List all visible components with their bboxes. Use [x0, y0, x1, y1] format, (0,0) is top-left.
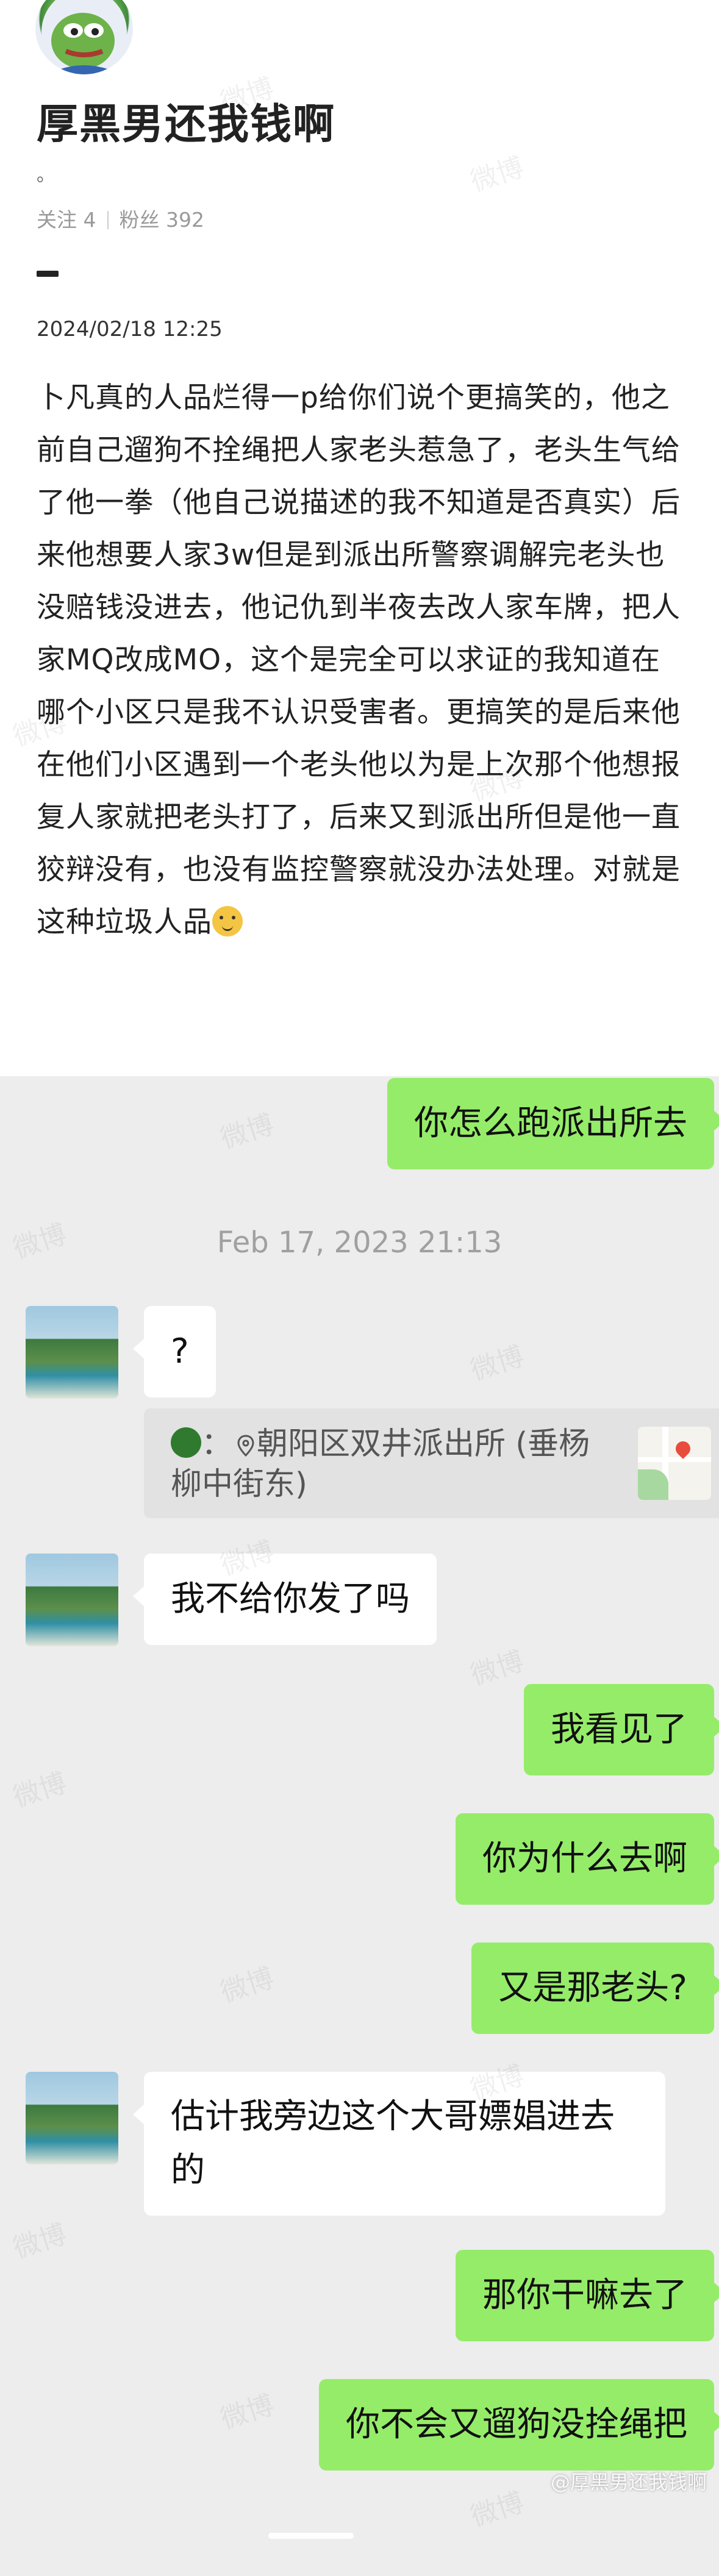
doge-emoji-icon: [212, 906, 243, 937]
contact-avatar[interactable]: [26, 1306, 118, 1399]
post-body-text: 卜凡真的人品烂得一p给你们说个更搞笑的，他之前自己遛狗不拴绳把人家老头惹急了，老…: [37, 381, 681, 939]
chat-message-received[interactable]: 我不给你发了吗: [133, 1554, 437, 1645]
broccoli-icon: [171, 1427, 201, 1458]
chat-message-sent[interactable]: 你不会又遛狗没拴绳把: [319, 2379, 719, 2471]
chat-message-sent[interactable]: 你怎么跑派出所去: [387, 1078, 719, 1169]
map-road: [638, 1457, 711, 1462]
map-pin-icon: [673, 1438, 693, 1459]
contact-avatar[interactable]: [26, 1554, 118, 1646]
chat-message-received[interactable]: ?: [133, 1306, 216, 1397]
chat-message-sent[interactable]: 又是那老头?: [471, 1943, 719, 2034]
chat-timestamp: Feb 17, 2023 21:13: [216, 1226, 503, 1260]
post-title: 厚黑男还我钱啊: [37, 101, 336, 149]
author-avatar[interactable]: [35, 0, 133, 74]
quote-prefix: ：: [201, 1426, 233, 1462]
watermark: 微博: [467, 151, 528, 198]
weibo-post: 厚黑男还我钱啊 。 关注 4 粉丝 392 2024/02/18 12:25 卜凡…: [0, 0, 719, 1076]
quoted-location-reply[interactable]: ：朝阳区双井派出所 (垂杨柳中街东): [144, 1408, 719, 1518]
follower-count[interactable]: 粉丝 392: [120, 208, 204, 232]
quote-text: ：朝阳区双井派出所 (垂杨柳中街东): [171, 1424, 610, 1505]
home-indicator: [268, 2533, 354, 2539]
chat-message-sent[interactable]: 我看见了: [524, 1684, 719, 1775]
section-divider: [37, 271, 59, 277]
location-pin-icon: [237, 1435, 254, 1457]
contact-avatar[interactable]: [26, 2072, 118, 2164]
post-date: 2024/02/18 12:25: [37, 317, 223, 341]
following-count[interactable]: 关注 4: [37, 208, 96, 232]
post-body: 卜凡真的人品烂得一p给你们说个更搞笑的，他之前自己遛狗不拴绳把人家老头惹急了，老…: [37, 372, 683, 949]
post-subtitle: 。: [37, 165, 55, 186]
weibo-watermark-badge: @厚黑男还我钱啊: [550, 2471, 707, 2494]
chat-message-received[interactable]: 估计我旁边这个大哥嫖娼进去的: [133, 2072, 665, 2216]
map-thumbnail[interactable]: [638, 1427, 711, 1500]
profile-stats: 关注 4 粉丝 392: [37, 204, 204, 233]
map-park: [638, 1469, 668, 1500]
quote-location: 朝阳区双井派出所 (垂杨柳中街东): [171, 1426, 590, 1502]
chat-message-sent[interactable]: 那你干嘛去了: [456, 2250, 719, 2341]
chat-message-sent[interactable]: 你为什么去啊: [456, 1813, 719, 1905]
stats-divider: [107, 211, 109, 229]
